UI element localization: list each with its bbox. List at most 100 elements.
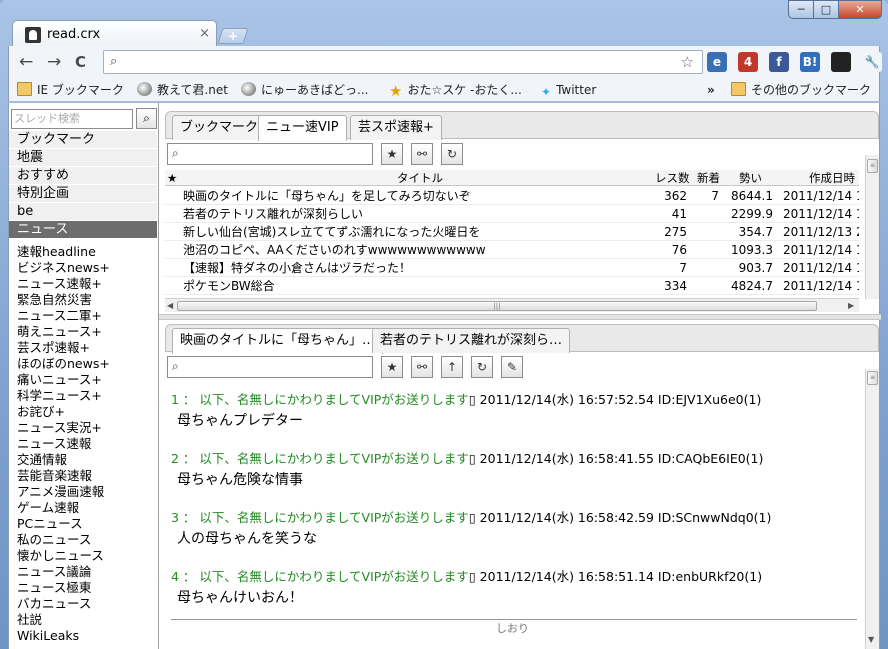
reload-thread-button[interactable]: ↻ xyxy=(471,356,493,378)
bookmark-twitter[interactable]: ✦ Twitter xyxy=(541,81,596,99)
board-item[interactable]: 社説 xyxy=(17,612,42,628)
scroll-top-button[interactable]: ↑ xyxy=(441,356,463,378)
col-title[interactable]: タイトル xyxy=(397,170,443,186)
tab-geisupo[interactable]: 芸スポ速報+ xyxy=(350,115,442,140)
bookmarks-overflow-button[interactable]: » xyxy=(707,81,715,99)
write-button[interactable]: ✎ xyxy=(501,356,523,378)
bookmark-oshiete[interactable]: 教えて君.net xyxy=(137,81,228,99)
post-number[interactable]: 1 xyxy=(171,392,179,407)
scroll-right-icon[interactable]: ▶ xyxy=(848,301,854,310)
tab-bookmark[interactable]: ブックマーク xyxy=(172,115,267,140)
back-button[interactable]: ← xyxy=(19,53,33,71)
board-item[interactable]: ニュース極東 xyxy=(17,580,91,596)
tab-thread-tetris[interactable]: 若者のテトリス離れが深刻ら… xyxy=(372,328,571,353)
bookmark-akiba[interactable]: にゅーあきばどっ... xyxy=(241,81,368,99)
board-item[interactable]: ほのぼのnews+ xyxy=(17,356,110,372)
bookmark-star-icon[interactable]: ☆ xyxy=(681,53,694,71)
board-item[interactable]: バカニュース xyxy=(17,596,91,612)
new-tab-button[interactable]: + xyxy=(217,28,249,44)
thread-list-vscrollbar[interactable]: ≡ xyxy=(865,155,879,299)
category-item[interactable]: 地震 xyxy=(9,149,157,167)
scroll-thumb[interactable]: ≡ xyxy=(867,159,878,173)
forward-button[interactable]: → xyxy=(47,53,61,71)
bookmark-ie[interactable]: IE ブックマーク xyxy=(17,81,124,99)
col-created[interactable]: 作成日時 xyxy=(809,170,855,186)
board-item[interactable]: ニュース速報+ xyxy=(17,276,102,292)
table-row[interactable]: 【速報】特ダネの小倉さんはヅラだった！ 7 903.7 2011/12/14 1 xyxy=(165,259,859,277)
category-item[interactable]: ニュース xyxy=(9,221,157,239)
omnibox[interactable]: ⌕ ☆ xyxy=(103,50,703,74)
board-item[interactable]: ニュース議論 xyxy=(17,564,91,580)
post-number[interactable]: 3 xyxy=(171,510,179,525)
scroll-left-icon[interactable]: ◀ xyxy=(167,301,173,310)
board-item[interactable]: アニメ漫画速報 xyxy=(17,484,104,500)
other-bookmarks[interactable]: その他のブックマーク xyxy=(731,81,871,99)
pane-splitter[interactable] xyxy=(159,314,881,320)
board-item[interactable]: ニュース二軍+ xyxy=(17,308,102,324)
readcrx-icon[interactable] xyxy=(831,52,851,72)
link-button[interactable]: ⚯ xyxy=(411,143,433,165)
maximize-button[interactable]: □ xyxy=(813,0,839,19)
board-filter-input[interactable]: ⌕ xyxy=(167,143,373,165)
table-row[interactable]: 映画のタイトルに「母ちゃん」を足してみろ切ないぞ 362 7 8644.1 2011/1… xyxy=(165,187,859,205)
thread-vscrollbar[interactable]: ≡ ▼ xyxy=(865,369,879,649)
thread-search-input[interactable]: スレッド検索 xyxy=(11,109,133,129)
table-row[interactable]: 池沼のコピペ、AAくださいのれすwwwwwwwwwwww 76 1093.3 2011… xyxy=(165,241,859,259)
board-item[interactable]: 速報headline xyxy=(17,244,96,260)
board-item[interactable]: 萌えニュース+ xyxy=(17,324,102,340)
post-number[interactable]: 4 xyxy=(171,569,179,584)
reload-board-button[interactable]: ↻ xyxy=(441,143,463,165)
address-input[interactable] xyxy=(128,53,628,71)
post-meta: ▯ 2011/12/14(水) 16:58:42.59 ID:SCnwwNdq0… xyxy=(468,510,772,525)
board-item[interactable]: 私のニュース xyxy=(17,532,91,548)
wrench-icon[interactable]: 🔧 xyxy=(862,52,882,72)
table-row[interactable]: 若者のテトリス離れが深刻らしい 41 2299.9 2011/12/14 1 xyxy=(165,205,859,223)
board-item[interactable]: お詫び+ xyxy=(17,404,65,420)
link-button[interactable]: ⚯ xyxy=(411,356,433,378)
board-item[interactable]: 芸スポ速報+ xyxy=(17,340,90,356)
col-new[interactable]: 新着 xyxy=(697,170,720,186)
ie-tab-icon[interactable]: e xyxy=(707,52,727,72)
category-item[interactable]: ブックマーク xyxy=(9,131,157,149)
star-button[interactable]: ★ xyxy=(381,143,403,165)
tab-thread-mother[interactable]: 映画のタイトルに「母ちゃん」… xyxy=(172,328,384,354)
tab-close-icon[interactable]: × xyxy=(199,26,210,41)
board-item[interactable]: PCニュース xyxy=(17,516,83,532)
board-item[interactable]: ビジネスnews+ xyxy=(17,260,110,276)
reload-button[interactable]: C xyxy=(75,53,86,71)
category-item[interactable]: 特別企画 xyxy=(9,185,157,203)
board-item[interactable]: 緊急自然災害 xyxy=(17,292,92,308)
board-item[interactable]: 交通情報 xyxy=(17,452,67,468)
board-item[interactable]: 芸能音楽速報 xyxy=(17,468,92,484)
table-row[interactable]: ポケモンBW総合 334 4824.7 2011/12/14 1 xyxy=(165,277,859,295)
board-item[interactable]: 痛いニュース+ xyxy=(17,372,102,388)
browser-tab-readcrx[interactable]: read.crx × xyxy=(12,20,217,47)
col-momentum[interactable]: 勢い xyxy=(739,170,762,186)
facebook-icon[interactable]: f xyxy=(769,52,789,72)
col-res[interactable]: レス数 xyxy=(655,170,690,186)
bookmark-otasuke[interactable]: ★ おた☆スケ -おたく... xyxy=(389,81,522,99)
hatena-bookmark-icon[interactable]: B! xyxy=(800,52,820,72)
thread-list-hscrollbar[interactable]: ◀ ||| ▶ xyxy=(165,298,859,312)
board-item[interactable]: ニュース速報 xyxy=(17,436,91,452)
category-item[interactable]: おすすめ xyxy=(9,167,157,185)
scroll-thumb[interactable]: ||| xyxy=(177,301,817,311)
extension-badge-icon[interactable]: 4 xyxy=(738,52,758,72)
board-item[interactable]: ゲーム速報 xyxy=(17,500,79,516)
scroll-down-icon[interactable]: ▼ xyxy=(868,635,874,644)
col-star[interactable]: ★ xyxy=(167,170,177,186)
post-number[interactable]: 2 xyxy=(171,451,179,466)
category-item[interactable]: be xyxy=(9,203,157,221)
minimize-button[interactable]: ─ xyxy=(788,0,814,19)
thread-filter-input[interactable]: ⌕ xyxy=(167,356,373,378)
thread-search-button[interactable]: ⌕ xyxy=(136,108,157,129)
table-row[interactable]: 新しい仙台(宮城)スレ立ててずぶ濡れになった火曜日を 275 354.7 2011/1… xyxy=(165,223,859,241)
tab-newsokuvip[interactable]: ニュー速VIP xyxy=(258,115,347,141)
board-item[interactable]: ニュース実況+ xyxy=(17,420,102,436)
scroll-thumb[interactable]: ≡ xyxy=(867,371,878,385)
board-item[interactable]: 懐かしニュース xyxy=(17,548,104,564)
star-button[interactable]: ★ xyxy=(381,356,403,378)
close-window-button[interactable]: ✕ xyxy=(838,0,882,19)
board-item[interactable]: WikiLeaks xyxy=(17,628,79,644)
board-item[interactable]: 科学ニュース+ xyxy=(17,388,102,404)
